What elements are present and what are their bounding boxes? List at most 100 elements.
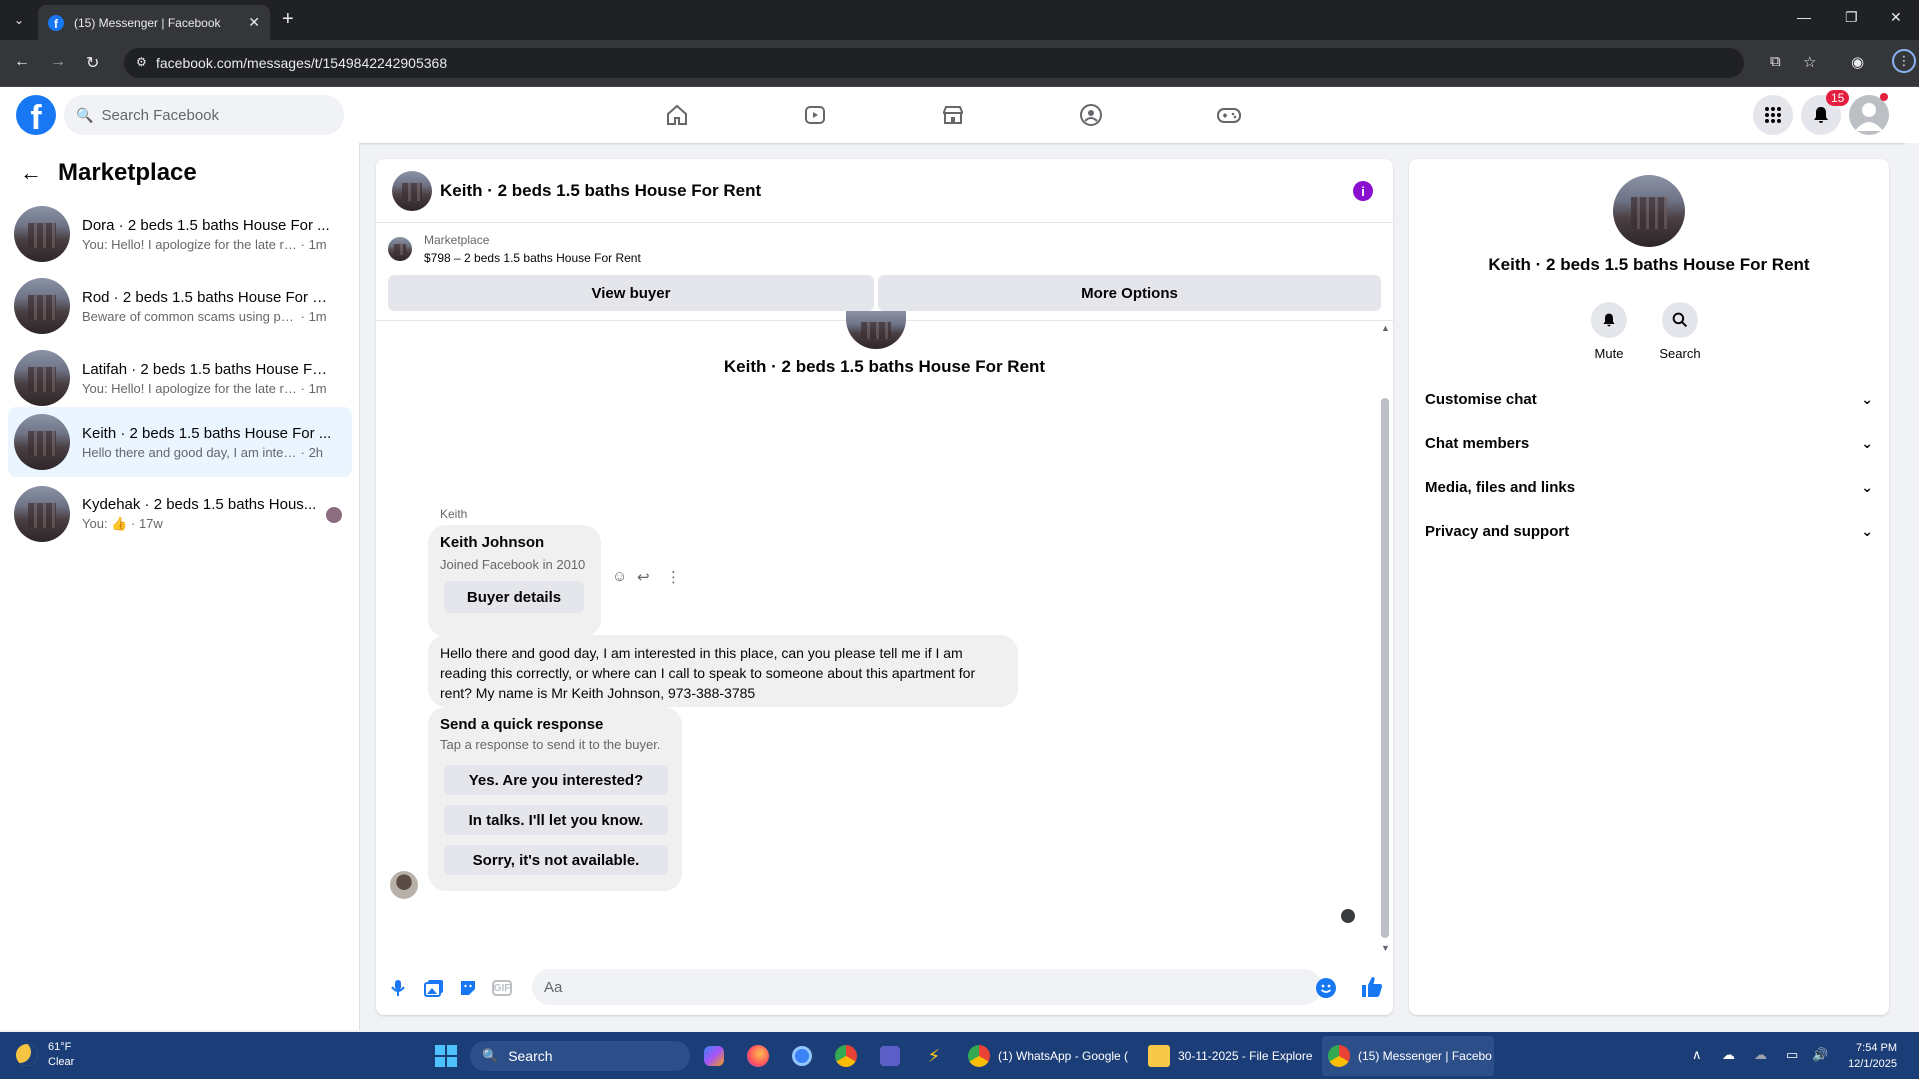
close-window-button[interactable]: ✕ <box>1890 9 1902 26</box>
section-label: Privacy and support <box>1425 522 1570 540</box>
more-actions-icon[interactable]: ⋮ <box>666 568 681 586</box>
back-arrow-icon[interactable]: ← <box>20 160 42 186</box>
info-icon[interactable]: i <box>1353 181 1373 201</box>
search-in-chat-button[interactable]: Search <box>1640 302 1720 361</box>
conversation-item[interactable]: Rod · 2 beds 1.5 baths House For R... Be… <box>8 271 352 341</box>
chat-title[interactable]: Keith · 2 beds 1.5 baths House For Rent <box>440 181 761 201</box>
gaming-icon[interactable] <box>1215 103 1243 127</box>
url-bar[interactable]: ⚙ facebook.com/messages/t/15498422429053… <box>124 48 1744 78</box>
search-icon <box>1672 312 1688 328</box>
copilot-icon[interactable] <box>698 1040 730 1072</box>
app-icon[interactable] <box>786 1040 818 1072</box>
emoji-icon[interactable] <box>1316 978 1336 998</box>
like-send-icon[interactable] <box>1360 975 1384 999</box>
display-icon[interactable]: ▭ <box>1786 1047 1798 1063</box>
scroll-up-arrow-icon[interactable]: ▲ <box>1381 323 1390 333</box>
facebook-logo-icon[interactable]: f <box>16 95 56 135</box>
chat-scrollbar[interactable]: ▲ ▼ <box>1381 323 1390 953</box>
teams-icon[interactable] <box>874 1040 906 1072</box>
clock-time: 7:54 PM <box>1856 1042 1897 1054</box>
taskbar-window-whatsapp[interactable]: (1) WhatsApp - Google ( <box>962 1036 1132 1076</box>
onedrive-icon[interactable]: ☁ <box>1722 1047 1735 1063</box>
account-avatar-button[interactable] <box>1849 95 1889 135</box>
message-input[interactable] <box>532 969 1322 1005</box>
profile-icon[interactable]: ◉ <box>1851 53 1864 71</box>
groups-icon[interactable] <box>1077 103 1105 127</box>
taskbar-window-file-explorer[interactable]: 30-11-2025 - File Explore <box>1142 1036 1313 1076</box>
weather-widget[interactable]: 61°F Clear <box>16 1040 74 1070</box>
tab-search-icon[interactable]: ⌄ <box>8 9 30 31</box>
marketplace-icon[interactable] <box>939 103 967 127</box>
chat-avatar[interactable] <box>392 171 432 211</box>
bookmark-star-icon[interactable]: ☆ <box>1803 53 1816 71</box>
conversation-time: 2h <box>308 444 324 460</box>
video-icon[interactable] <box>801 103 829 127</box>
facebook-search-input[interactable] <box>101 106 322 124</box>
quick-response-yes[interactable]: Yes. Are you interested? <box>444 765 668 795</box>
site-info-icon[interactable]: ⚙ <box>136 55 147 69</box>
power-automate-icon[interactable]: ⚡ <box>918 1040 950 1072</box>
conversation-item-active[interactable]: Keith · 2 beds 1.5 baths House For ... H… <box>8 407 352 477</box>
address-bar-area: ← → ↻ ⚙ facebook.com/messages/t/15498422… <box>0 40 1919 87</box>
conversation-time: 1m <box>308 380 327 396</box>
buyer-details-button[interactable]: Buyer details <box>444 581 584 613</box>
home-icon[interactable] <box>663 103 691 127</box>
page-scrollbar[interactable] <box>1905 143 1919 1033</box>
details-avatar[interactable] <box>1613 175 1685 247</box>
browser-tab-bar: ⌄ f (15) Messenger | Facebook ✕ + — ❐ ✕ <box>0 0 1919 40</box>
listing-price[interactable]: $798 – 2 beds 1.5 baths House For Rent <box>424 251 641 265</box>
reload-icon[interactable]: ↻ <box>86 53 99 73</box>
facebook-search-box[interactable]: 🔍 <box>64 95 344 135</box>
menu-kebab-icon[interactable]: ⋮ <box>1892 49 1916 73</box>
new-tab-button[interactable]: + <box>282 8 294 31</box>
customise-chat-section[interactable]: Customise chat ⌄ <box>1425 377 1873 421</box>
message-composer: GIF <box>376 961 1393 1015</box>
conversation-item[interactable]: Dora · 2 beds 1.5 baths House For ... Yo… <box>8 199 352 269</box>
install-app-icon[interactable]: ⧉ <box>1770 53 1781 70</box>
quick-response-in-talks[interactable]: In talks. I'll let you know. <box>444 805 668 835</box>
taskbar-window-messenger[interactable]: (15) Messenger | Facebo <box>1322 1036 1494 1076</box>
back-icon[interactable]: ← <box>14 53 30 71</box>
firefox-icon[interactable] <box>742 1040 774 1072</box>
microphone-icon[interactable] <box>388 978 408 998</box>
conversation-preview: You: Hello! I apologize for the late re.… <box>82 236 297 252</box>
reply-icon[interactable]: ↩ <box>637 568 650 586</box>
section-label: Media, files and links <box>1425 478 1576 496</box>
conversation-item[interactable]: Latifah · 2 beds 1.5 baths House Fo... Y… <box>8 343 352 413</box>
scrollbar-thumb[interactable] <box>1381 398 1389 938</box>
quick-response-not-available[interactable]: Sorry, it's not available. <box>444 845 668 875</box>
privacy-support-section[interactable]: Privacy and support ⌄ <box>1425 509 1873 553</box>
system-clock[interactable]: 7:54 PM 12/1/2025 <box>1848 1040 1897 1072</box>
conversation-preview: You: <box>82 516 108 531</box>
react-emoji-icon[interactable]: ☺ <box>612 568 627 585</box>
minimize-button[interactable]: — <box>1797 9 1811 25</box>
browser-tab[interactable]: f (15) Messenger | Facebook ✕ <box>38 5 270 40</box>
bell-icon <box>1814 107 1828 123</box>
conversation-time: 17w <box>138 516 163 531</box>
chat-members-section[interactable]: Chat members ⌄ <box>1425 421 1873 465</box>
tab-close-icon[interactable]: ✕ <box>248 14 260 31</box>
show-hidden-icons[interactable]: ∧ <box>1692 1047 1702 1063</box>
conversation-item[interactable]: Kydehak · 2 beds 1.5 baths Hous... You: … <box>8 479 352 549</box>
chrome-icon[interactable] <box>830 1040 862 1072</box>
volume-icon[interactable]: 🔊 <box>1812 1047 1828 1063</box>
taskbar-search[interactable]: 🔍 Search <box>470 1041 690 1071</box>
gif-icon[interactable]: GIF <box>492 980 512 996</box>
conversation-time: 1m <box>308 236 327 252</box>
sticker-icon[interactable] <box>458 978 478 998</box>
windows-start-icon[interactable] <box>430 1040 462 1072</box>
cloud-icon[interactable]: ☁ <box>1754 1047 1767 1063</box>
forward-icon[interactable]: → <box>50 53 66 71</box>
scroll-down-arrow-icon[interactable]: ▼ <box>1381 943 1390 953</box>
more-options-button[interactable]: More Options <box>878 275 1381 311</box>
restore-button[interactable]: ❐ <box>1845 9 1858 26</box>
photo-icon[interactable] <box>424 978 444 998</box>
grid-icon <box>1765 107 1781 123</box>
message-bubble: Hello there and good day, I am intereste… <box>428 635 1018 707</box>
view-buyer-button[interactable]: View buyer <box>388 275 874 311</box>
menu-grid-button[interactable] <box>1753 95 1793 135</box>
avatar-icon <box>1855 103 1883 131</box>
media-files-links-section[interactable]: Media, files and links ⌄ <box>1425 465 1873 509</box>
mute-button[interactable]: Mute <box>1569 302 1649 361</box>
facebook-favicon-icon: f <box>48 14 64 31</box>
